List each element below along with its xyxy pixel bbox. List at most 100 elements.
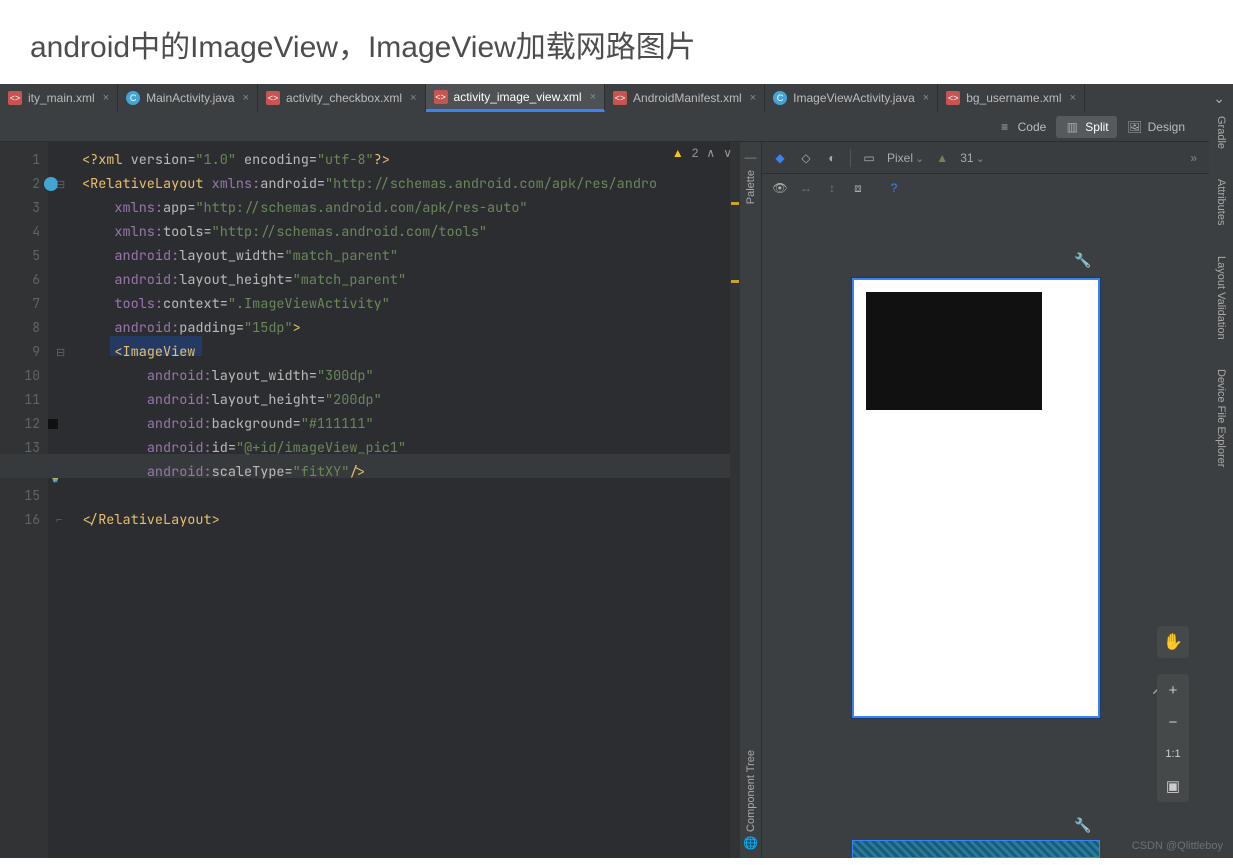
- tab-label: activity_checkbox.xml: [286, 91, 402, 105]
- xml-icon: <>: [613, 91, 627, 105]
- mode-code-button[interactable]: ≡ Code: [989, 116, 1055, 138]
- next-highlight-button[interactable]: ∨: [723, 146, 732, 160]
- class-icon: C: [773, 91, 787, 105]
- code-line[interactable]: xmlns:app="http://schemas.android.com/ap…: [82, 196, 740, 220]
- line-number: 16: [0, 508, 40, 532]
- code-line[interactable]: </RelativeLayout>: [82, 508, 740, 532]
- code-line[interactable]: <RelativeLayout xmlns:android="http://sc…: [82, 172, 740, 196]
- zoom-frame-button[interactable]: ▣: [1157, 770, 1189, 802]
- preview-toolbar-top: ◆ ◇ ◐ ▭ Pixel ▲ 31 » ▲: [762, 142, 1233, 174]
- zoom-fit-button[interactable]: 1:1: [1157, 738, 1189, 770]
- code-line[interactable]: android:layout_width="300dp": [82, 364, 740, 388]
- tool-rail-gradle[interactable]: Gradle: [1215, 116, 1227, 149]
- mode-design-label: Design: [1148, 120, 1185, 134]
- tools-wrench-icon-2[interactable]: 🔧: [1074, 817, 1091, 834]
- fold-toggle-icon[interactable]: ⊟: [56, 346, 65, 359]
- magnet-icon[interactable]: ⧈: [850, 180, 866, 196]
- close-icon[interactable]: ×: [750, 92, 756, 104]
- design-canvas[interactable]: 🔧 ✋ + − 1:1 ▣ 🔧: [762, 202, 1233, 858]
- tab-label: MainActivity.java: [146, 91, 234, 105]
- close-icon[interactable]: ×: [103, 92, 109, 104]
- gutter: 1234567891011121314💡1516: [0, 142, 48, 858]
- warning-count: 2: [692, 146, 699, 160]
- eye-icon[interactable]: 👁: [772, 180, 788, 196]
- more-icon[interactable]: »: [1190, 151, 1197, 165]
- mode-split-button[interactable]: ▥ Split: [1056, 116, 1116, 138]
- fold-toggle-icon[interactable]: ⊟: [56, 178, 65, 191]
- code-line[interactable]: [82, 484, 740, 508]
- xml-icon: <>: [266, 91, 280, 105]
- mode-split-label: Split: [1085, 120, 1108, 134]
- tab-bg-username-xml[interactable]: <>bg_username.xml×: [938, 84, 1085, 112]
- close-icon[interactable]: ×: [243, 92, 249, 104]
- ide-window: <>ity_main.xml×CMainActivity.java×<>acti…: [0, 84, 1233, 858]
- code-area[interactable]: <?xml version="1.0" encoding="utf-8"?><R…: [78, 142, 740, 858]
- tab-label: ity_main.xml: [28, 91, 95, 105]
- code-line[interactable]: <?xml version="1.0" encoding="utf-8"?>: [82, 148, 740, 172]
- xml-icon: <>: [946, 91, 960, 105]
- xml-icon: <>: [434, 90, 448, 104]
- code-line[interactable]: android:layout_height="200dp": [82, 388, 740, 412]
- fold-column: ⊟⊟⌐⌐: [48, 142, 78, 858]
- line-number: 4: [0, 220, 40, 244]
- line-number: 3: [0, 196, 40, 220]
- fold-end-icon: ⌐: [56, 514, 62, 526]
- pan-tool-button[interactable]: ✋: [1157, 626, 1189, 658]
- tab-activity-image-view-xml[interactable]: <>activity_image_view.xml×: [426, 84, 605, 112]
- mode-code-label: Code: [1018, 120, 1047, 134]
- code-editor[interactable]: 1234567891011121314💡1516 ⊟⊟⌐⌐ <?xml vers…: [0, 142, 740, 858]
- api-selector[interactable]: 31: [960, 151, 985, 165]
- tabs-more-button[interactable]: ⌄: [1205, 84, 1233, 112]
- close-icon[interactable]: ×: [410, 92, 416, 104]
- surface-icon[interactable]: ◆: [772, 150, 788, 166]
- code-line[interactable]: tools:context=".ImageViewActivity": [82, 292, 740, 316]
- line-number: 9: [0, 340, 40, 364]
- tab-androidmanifest-xml[interactable]: <> AndroidManifest.xml ×: [605, 84, 765, 112]
- component-tree-rail[interactable]: Component Tree 🌐: [740, 648, 762, 858]
- line-number: 10: [0, 364, 40, 388]
- help-icon[interactable]: ?: [886, 180, 902, 196]
- device-frame[interactable]: [852, 278, 1100, 718]
- tool-rail-attributes[interactable]: Attributes: [1215, 179, 1227, 225]
- list-icon: ≡: [997, 119, 1013, 135]
- prev-highlight-button[interactable]: ∧: [706, 146, 715, 160]
- tab-label: AndroidManifest.xml: [633, 91, 742, 105]
- code-line[interactable]: android:scaleType="fitXY"/>: [82, 460, 740, 484]
- close-icon[interactable]: ×: [1070, 92, 1076, 104]
- close-icon[interactable]: ×: [923, 92, 929, 104]
- code-line[interactable]: android:padding="15dp">: [82, 316, 740, 340]
- line-number: 8: [0, 316, 40, 340]
- arrows-h-icon[interactable]: ↔: [798, 180, 814, 196]
- arrows-v-icon[interactable]: ↕: [824, 180, 840, 196]
- code-line[interactable]: android:background="#111111": [82, 412, 740, 436]
- mode-design-button[interactable]: 🖼 Design: [1119, 116, 1193, 138]
- tab-imageviewactivity-java[interactable]: CImageViewActivity.java×: [765, 84, 938, 112]
- component-tree-label: Component Tree: [745, 750, 757, 832]
- editor-inspection-bar: ▲ 2 ∧ ∨: [672, 146, 732, 160]
- line-number: 1: [0, 148, 40, 172]
- device-selector[interactable]: Pixel: [887, 151, 924, 165]
- class-icon: C: [126, 91, 140, 105]
- tab-mainactivity-java[interactable]: C MainActivity.java ×: [118, 84, 258, 112]
- tab-activity-checkbox-xml[interactable]: <> activity_checkbox.xml ×: [258, 84, 425, 112]
- nightmode-icon[interactable]: ◐: [824, 150, 840, 166]
- code-line[interactable]: <ImageView: [82, 340, 740, 364]
- code-line[interactable]: xmlns:tools="http://schemas.android.com/…: [82, 220, 740, 244]
- code-line[interactable]: android:layout_height="match_parent": [82, 268, 740, 292]
- tools-wrench-icon[interactable]: 🔧: [1074, 252, 1091, 269]
- tab-ity-main-xml[interactable]: <> ity_main.xml ×: [0, 84, 118, 112]
- close-icon[interactable]: ×: [590, 91, 596, 103]
- tool-rail-layout-validation[interactable]: Layout Validation: [1215, 256, 1227, 340]
- device-icon: ▭: [861, 150, 877, 166]
- code-line[interactable]: android:layout_width="match_parent": [82, 244, 740, 268]
- preview-main: ◆ ◇ ◐ ▭ Pixel ▲ 31 » ▲ 👁 ↔ ↕ ⧈: [762, 142, 1233, 858]
- code-line[interactable]: android:id="@+id/imageView_pic1": [82, 436, 740, 460]
- orientation-icon[interactable]: ◇: [798, 150, 814, 166]
- imageview-preview[interactable]: [866, 292, 1042, 410]
- xml-icon: <>: [8, 91, 22, 105]
- view-mode-row: ≡ Code ▥ Split 🖼 Design: [0, 112, 1233, 142]
- tool-rail-device-file-explorer[interactable]: Device File Explorer: [1215, 369, 1227, 467]
- watermark: CSDN @Qlittleboy: [1132, 840, 1223, 852]
- zoom-in-button[interactable]: +: [1157, 674, 1189, 706]
- zoom-out-button[interactable]: −: [1157, 706, 1189, 738]
